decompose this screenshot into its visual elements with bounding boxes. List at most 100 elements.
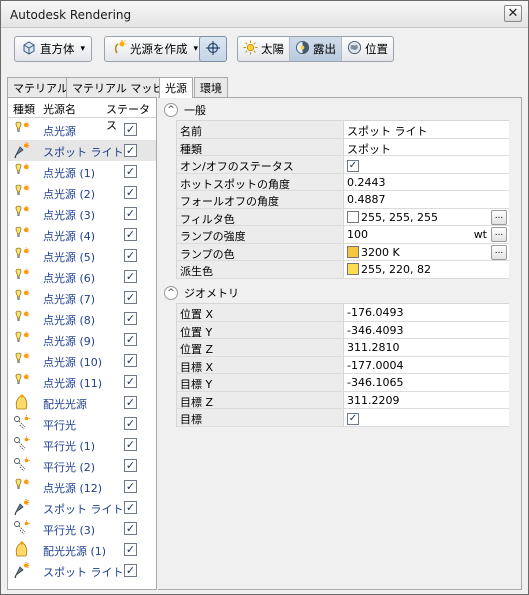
- status-checkbox[interactable]: ✓: [124, 186, 137, 199]
- light-list-item[interactable]: 点光源 (8) ✓: [8, 308, 156, 329]
- light-name[interactable]: 点光源 (4): [43, 228, 95, 244]
- status-checkbox[interactable]: ✓: [124, 165, 137, 178]
- property-value-cell[interactable]: 255, 255, 255...: [344, 208, 509, 225]
- light-list-item[interactable]: スポット ライト ✓: [8, 560, 156, 581]
- property-value-cell[interactable]: 255, 220, 82: [344, 261, 509, 278]
- property-value-cell[interactable]: -346.1065: [344, 374, 509, 391]
- light-list-item[interactable]: 点光源 (1) ✓: [8, 161, 156, 182]
- light-list-item[interactable]: 点光源 (5) ✓: [8, 245, 156, 266]
- status-checkbox[interactable]: ✓: [124, 354, 137, 367]
- status-checkbox[interactable]: ✓: [124, 543, 137, 556]
- light-list-item[interactable]: 点光源 (3) ✓: [8, 203, 156, 224]
- property-value-cell[interactable]: 3200 K...: [344, 243, 509, 260]
- light-name[interactable]: 点光源: [43, 123, 76, 139]
- tab-lights[interactable]: 光源: [159, 77, 193, 98]
- property-value-cell[interactable]: -346.4093: [344, 321, 509, 338]
- light-name[interactable]: 点光源 (11): [43, 375, 102, 391]
- light-name[interactable]: 点光源 (3): [43, 207, 95, 223]
- status-checkbox[interactable]: ✓: [124, 438, 137, 451]
- light-list-item[interactable]: 点光源 (4) ✓: [8, 224, 156, 245]
- status-checkbox[interactable]: ✓: [124, 522, 137, 535]
- status-checkbox[interactable]: ✓: [124, 270, 137, 283]
- tab-material[interactable]: マテリアル: [7, 77, 74, 97]
- status-checkbox[interactable]: ✓: [124, 375, 137, 388]
- light-list-item[interactable]: 点光源 (6) ✓: [8, 266, 156, 287]
- light-list-item[interactable]: 点光源 (12) ✓: [8, 476, 156, 497]
- shape-dropdown-button[interactable]: 直方体 ▾: [14, 36, 93, 62]
- light-name[interactable]: 配光光源: [43, 396, 87, 412]
- collapse-icon[interactable]: ^: [164, 103, 178, 117]
- light-list-item[interactable]: 点光源 ✓: [8, 119, 156, 140]
- property-value-cell[interactable]: スポット ライト: [344, 121, 509, 138]
- status-checkbox[interactable]: ✓: [124, 564, 137, 577]
- property-value-cell[interactable]: ✓: [344, 409, 509, 426]
- status-checkbox[interactable]: ✓: [124, 501, 137, 514]
- property-value-cell[interactable]: 311.2810: [344, 339, 509, 356]
- location-button[interactable]: 位置: [342, 37, 393, 61]
- light-list-item[interactable]: 点光源 (2) ✓: [8, 182, 156, 203]
- property-value-cell[interactable]: ✓: [344, 156, 509, 173]
- light-name[interactable]: 点光源 (2): [43, 186, 95, 202]
- status-checkbox[interactable]: ✓: [124, 144, 137, 157]
- property-value-cell[interactable]: 0.4887: [344, 191, 509, 208]
- light-name[interactable]: 点光源 (10): [43, 354, 102, 370]
- light-name[interactable]: スポット ライト: [43, 501, 124, 517]
- geometry-section-header[interactable]: ^ ジオメトリ: [164, 285, 239, 301]
- status-checkbox[interactable]: ✓: [124, 249, 137, 262]
- status-checkbox[interactable]: ✓: [124, 459, 137, 472]
- light-list-item[interactable]: 配光光源 ✓: [8, 392, 156, 413]
- sun-button[interactable]: 太陽: [238, 37, 290, 61]
- light-list-item[interactable]: 点光源 (10) ✓: [8, 350, 156, 371]
- light-list-item[interactable]: スポット ライト ✓: [8, 497, 156, 518]
- light-list-item[interactable]: 点光源 (11) ✓: [8, 371, 156, 392]
- ellipsis-button[interactable]: ...: [491, 244, 507, 260]
- light-name[interactable]: 点光源 (5): [43, 249, 95, 265]
- light-list-item[interactable]: 配光光源 (1) ✓: [8, 539, 156, 560]
- close-button[interactable]: ✕: [504, 5, 522, 22]
- status-checkbox[interactable]: ✓: [124, 207, 137, 220]
- ellipsis-button[interactable]: ...: [491, 209, 507, 225]
- status-checkbox[interactable]: ✓: [124, 312, 137, 325]
- light-list-item[interactable]: 平行光 (3) ✓: [8, 518, 156, 539]
- light-name[interactable]: 平行光 (3): [43, 522, 95, 538]
- property-value-cell[interactable]: 0.2443: [344, 173, 509, 190]
- status-checkbox[interactable]: ✓: [124, 333, 137, 346]
- light-name[interactable]: 点光源 (7): [43, 291, 95, 307]
- status-checkbox[interactable]: ✓: [124, 480, 137, 493]
- collapse-icon[interactable]: ^: [164, 286, 178, 300]
- light-list-item[interactable]: 平行光 (1) ✓: [8, 434, 156, 455]
- light-list-item[interactable]: 点光源 (7) ✓: [8, 287, 156, 308]
- tab-environment[interactable]: 環境: [194, 77, 228, 97]
- light-name[interactable]: 点光源 (1): [43, 165, 95, 181]
- light-list-item[interactable]: 平行光 ✓: [8, 413, 156, 434]
- light-list-item[interactable]: スポット ライト ✓: [8, 140, 156, 161]
- light-name[interactable]: 点光源 (12): [43, 480, 102, 496]
- property-checkbox[interactable]: ✓: [347, 160, 359, 172]
- light-name[interactable]: 平行光 (1): [43, 438, 95, 454]
- light-name[interactable]: 平行光: [43, 417, 76, 433]
- light-name[interactable]: 点光源 (6): [43, 270, 95, 286]
- property-value-cell[interactable]: 311.2209: [344, 391, 509, 408]
- status-checkbox[interactable]: ✓: [124, 291, 137, 304]
- type-column-header[interactable]: 種類: [13, 101, 35, 117]
- status-checkbox[interactable]: ✓: [124, 396, 137, 409]
- property-value-cell[interactable]: 100 wt...: [344, 226, 509, 243]
- status-checkbox[interactable]: ✓: [124, 228, 137, 241]
- target-toggle-button[interactable]: [199, 36, 227, 62]
- create-light-button[interactable]: 光源を作成 ▾: [104, 36, 206, 62]
- property-value-cell[interactable]: スポット: [344, 138, 509, 156]
- light-list-item[interactable]: 平行光 (2) ✓: [8, 455, 156, 476]
- name-column-header[interactable]: 光源名: [43, 101, 76, 117]
- property-value-cell[interactable]: -176.0493: [344, 304, 509, 321]
- status-checkbox[interactable]: ✓: [124, 417, 137, 430]
- light-name[interactable]: スポット ライト: [43, 564, 124, 580]
- light-name[interactable]: 点光源 (9): [43, 333, 95, 349]
- ellipsis-button[interactable]: ...: [491, 227, 507, 242]
- property-checkbox[interactable]: ✓: [347, 413, 359, 425]
- status-checkbox[interactable]: ✓: [124, 123, 137, 136]
- light-name[interactable]: 平行光 (2): [43, 459, 95, 475]
- light-name[interactable]: 配光光源 (1): [43, 543, 106, 559]
- exposure-button[interactable]: 露出: [290, 37, 342, 61]
- light-name[interactable]: 点光源 (8): [43, 312, 95, 328]
- property-value-cell[interactable]: -177.0004: [344, 356, 509, 373]
